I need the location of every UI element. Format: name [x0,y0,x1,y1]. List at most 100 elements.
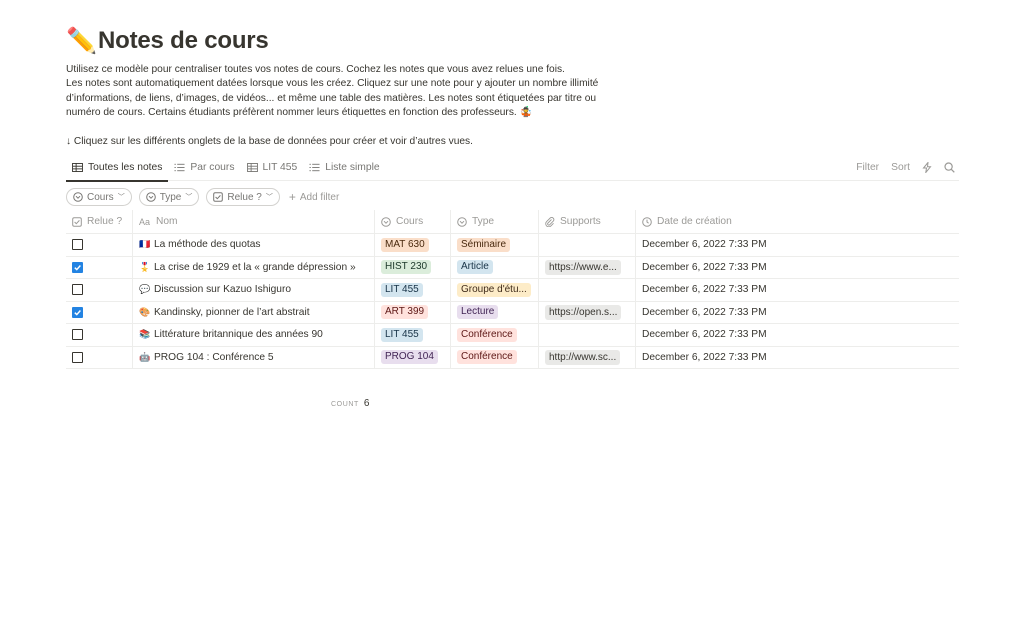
description-line-2[interactable]: Les notes sont automatiquement datées lo… [66,77,626,120]
lightning-icon[interactable] [922,161,932,173]
column-header-cours[interactable]: Cours [375,210,451,233]
tab-toutes-les-notes[interactable]: Toutes les notes [66,154,169,182]
cell-nom[interactable]: 🎖️ La crise de 1929 et la « grande dépres… [133,256,375,278]
tab-par-cours[interactable]: Par cours [168,154,240,181]
description-line-1[interactable]: Utilisez ce modèle pour centraliser tout… [66,63,626,77]
cell-cours[interactable]: MAT 630 [375,234,451,256]
table-row[interactable]: 🎨 Kandinsky, pionner de l’art abstrait ART… [66,301,959,324]
add-filter-label: Add filter [299,191,340,203]
cell-relue [66,256,133,278]
filter-chip-label: Cours [87,191,114,203]
table-row[interactable]: 💬 Discussion sur Kazuo Ishiguro LIT 455 Gro… [66,279,959,302]
pencil-icon[interactable]: ✏️ [66,24,98,58]
view-toolbar: Filter Sort [856,154,959,180]
cell-type[interactable]: Lecture [451,301,539,323]
cell-relue [66,301,133,323]
title-icon: Aa [139,216,151,227]
tab-lit-455[interactable]: LIT 455 [241,154,304,181]
relue-checkbox[interactable] [72,284,83,296]
page-title: ✏️ Notes de cours [66,24,959,58]
created-date: December 6, 2022 7:33 PM [642,261,767,273]
note-name[interactable]: La méthode des quotas [154,239,260,250]
cell-date: December 6, 2022 7:33 PM [636,234,959,256]
type-tag: Séminaire [457,237,511,252]
created-date: December 6, 2022 7:33 PM [642,329,767,341]
search-icon[interactable] [944,161,955,173]
page-title-text[interactable]: Notes de cours [98,24,269,58]
column-header-label: Cours [396,216,424,227]
cell-type[interactable]: Conférence [451,324,539,346]
list-icon [174,163,185,172]
created-date: December 6, 2022 7:33 PM [642,306,767,318]
column-header-relue[interactable]: Relue ? [66,210,133,233]
note-name[interactable]: Discussion sur Kazuo Ishiguro [154,284,291,295]
add-filter-button[interactable]: + Add filter [289,190,339,204]
cell-nom[interactable]: 🤖 PROG 104 : Conférence 5 [133,346,375,368]
cell-type[interactable]: Séminaire [451,234,539,256]
support-link[interactable]: https://www.e... [545,259,621,275]
cell-supports[interactable]: http://www.sc... [539,346,636,368]
cell-cours[interactable]: LIT 455 [375,324,451,346]
cell-cours[interactable]: PROG 104 [375,346,451,368]
cell-nom[interactable]: 🇫🇷 La méthode des quotas [133,234,375,256]
column-header-date[interactable]: Date de création [636,210,959,233]
filter-chip-relue[interactable]: Relue ? ﹀ [206,188,280,206]
filter-chip-cours[interactable]: Cours ﹀ [66,188,132,206]
column-header-type[interactable]: Type [451,210,539,233]
note-name[interactable]: La crise de 1929 et la « grande dépressi… [154,262,356,273]
column-header-label: Nom [156,216,178,227]
table-row[interactable]: 🤖 PROG 104 : Conférence 5 PROG 104 Conféren… [66,346,959,369]
filter-chip-type[interactable]: Type ﹀ [138,188,200,206]
page-emoji-icon: 🤖 [139,351,151,362]
type-tag: Lecture [457,305,499,320]
note-name[interactable]: PROG 104 : Conférence 5 [154,352,273,363]
column-header-supports[interactable]: Supports [539,210,636,233]
table-row[interactable]: 🎖️ La crise de 1929 et la « grande dépres… [66,256,959,279]
cell-type[interactable]: Conférence [451,346,539,368]
cell-nom[interactable]: 🎨 Kandinsky, pionner de l’art abstrait [133,301,375,323]
table-row[interactable]: 📚 Littérature britannique des années 90 LI… [66,324,959,347]
type-tag: Conférence [457,350,517,365]
select-icon [457,216,467,227]
checkbox-icon [72,216,82,227]
tab-label: LIT 455 [262,162,298,173]
cell-cours[interactable]: ART 399 [375,301,451,323]
cell-date: December 6, 2022 7:33 PM [636,257,959,279]
cell-type[interactable]: Article [451,256,539,278]
cell-type[interactable]: Groupe d'étu... [451,279,539,301]
tab-liste-simple[interactable]: Liste simple [303,154,385,181]
cell-cours[interactable]: HIST 230 [375,256,451,278]
table-row[interactable]: 🇫🇷 La méthode des quotas MAT 630 Séminaire D… [66,234,959,257]
page-emoji-icon: 🇫🇷 [139,239,151,250]
cell-date: December 6, 2022 7:33 PM [636,302,959,324]
relue-checkbox[interactable] [72,261,83,273]
note-name[interactable]: Kandinsky, pionner de l’art abstrait [154,307,310,318]
cell-supports[interactable] [539,234,636,256]
support-link[interactable]: http://www.sc... [545,349,621,365]
cell-supports[interactable]: https://www.e... [539,256,636,278]
column-header-nom[interactable]: Aa Nom [133,210,375,233]
cell-supports[interactable] [539,324,636,346]
created-date: December 6, 2022 7:33 PM [642,284,767,296]
relue-checkbox[interactable] [72,239,83,251]
cell-cours[interactable]: LIT 455 [375,279,451,301]
cell-supports[interactable]: https://open.s... [539,301,636,323]
relue-checkbox[interactable] [72,306,83,318]
hint-text[interactable]: ↓ Cliquez sur les différents onglets de … [66,135,626,149]
relue-checkbox[interactable] [72,351,83,363]
cell-nom[interactable]: 💬 Discussion sur Kazuo Ishiguro [133,279,375,301]
cell-supports[interactable] [539,279,636,301]
note-name[interactable]: Littérature britannique des années 90 [154,329,323,340]
page: ✏️ Notes de cours Utilisez ce modèle pou… [66,24,959,409]
notes-table: Relue ? Aa Nom Cours Type Supports Date … [66,210,959,369]
relue-checkbox[interactable] [72,329,83,341]
cours-tag: LIT 455 [381,327,423,342]
cell-nom[interactable]: 📚 Littérature britannique des années 90 [133,324,375,346]
support-link[interactable]: https://open.s... [545,304,622,320]
sort-button[interactable]: Sort [891,162,910,173]
select-icon [381,216,391,227]
count-label: COUNT [331,401,359,408]
count-value: 6 [363,398,370,409]
filter-button[interactable]: Filter [856,162,879,173]
type-tag: Groupe d'étu... [457,282,531,297]
